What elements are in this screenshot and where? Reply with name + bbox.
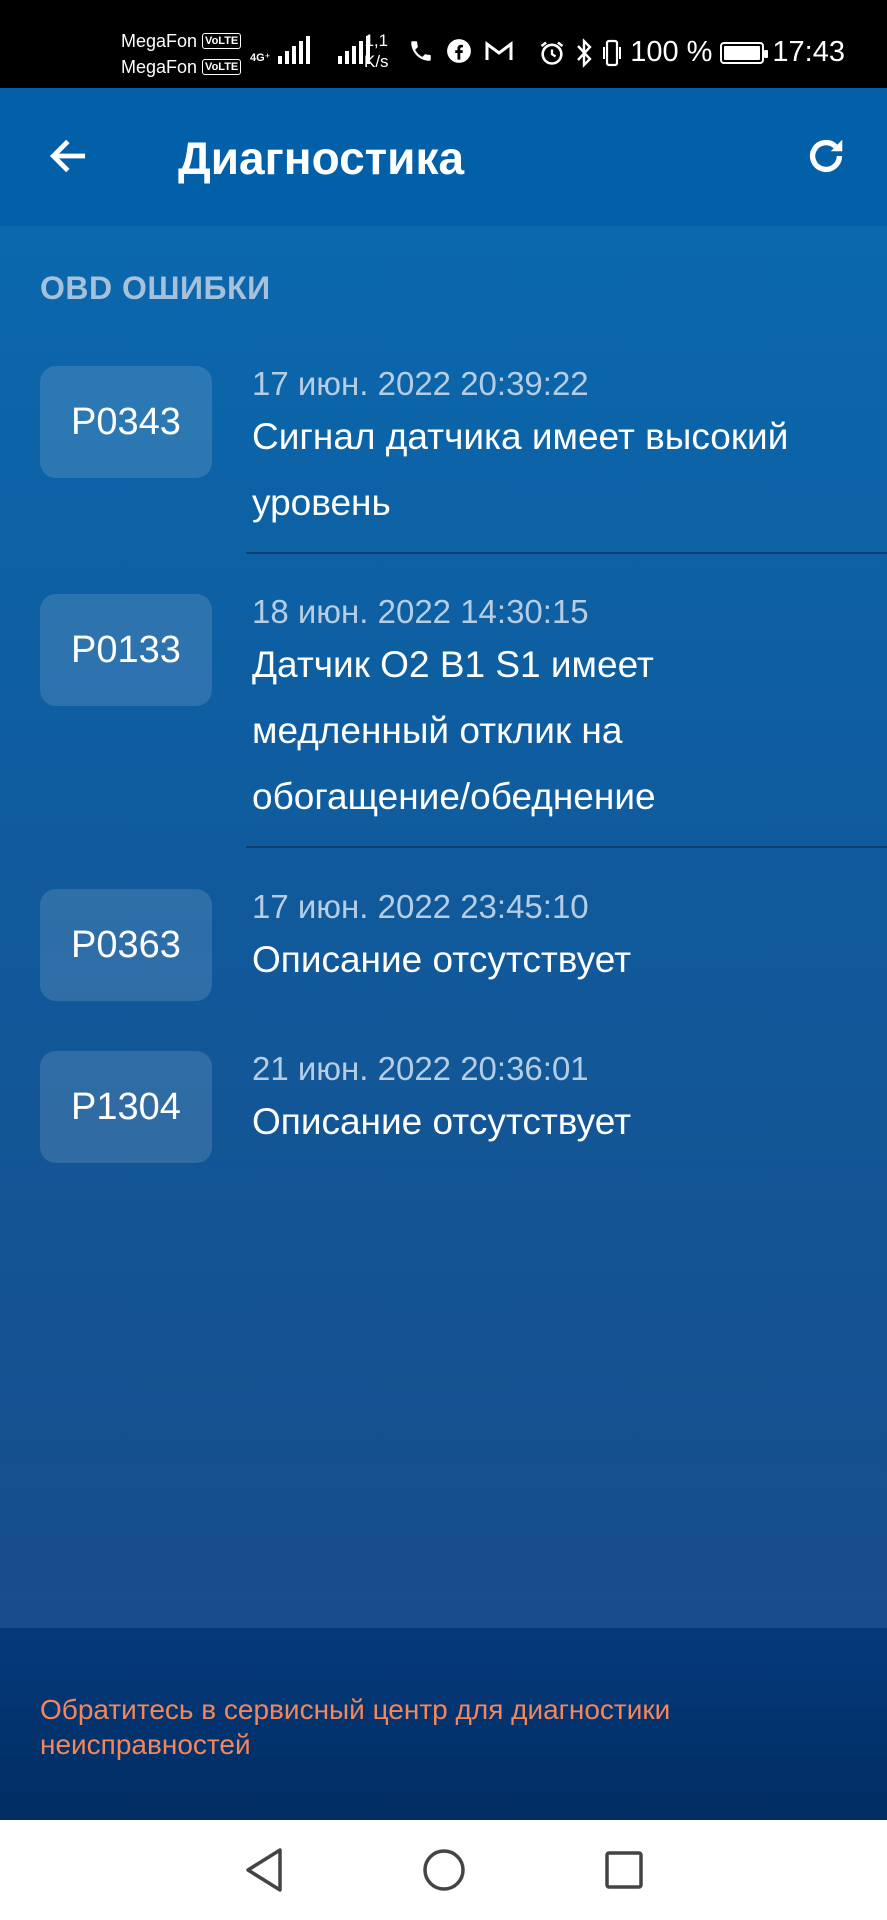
error-details: 17 июн. 2022 23:45:10 Описание отсутству…	[252, 887, 847, 993]
error-code-chip: P0363	[40, 889, 212, 1001]
service-notice: Обратитесь в сервисный центр для диагнос…	[0, 1628, 887, 1820]
error-description: Описание отсутствует	[252, 939, 632, 980]
alarm-icon	[540, 40, 564, 65]
divider	[246, 846, 887, 848]
error-details: 17 июн. 2022 20:39:22 Сигнал датчика име…	[252, 364, 847, 536]
gmail-icon	[485, 41, 513, 60]
signal-indicators: 4G⁺	[250, 36, 371, 64]
refresh-icon	[809, 139, 843, 173]
back-button[interactable]	[42, 130, 94, 182]
divider	[246, 552, 887, 554]
carrier-info: MegaFon VoLTE MegaFon VoLTE	[121, 28, 242, 80]
error-description: Датчик O2 B1 S1 имеет медленный отклик н…	[252, 644, 656, 817]
network-speed: 1,1 K/s	[364, 31, 389, 71]
volte-badge-1: VoLTE	[202, 33, 242, 49]
notification-icons	[408, 38, 514, 64]
carrier-name-1: MegaFon	[121, 31, 198, 51]
battery-icon	[720, 41, 769, 64]
status-bar: MegaFon VoLTE MegaFon VoLTE 4G⁺ 1,1 K/s …	[0, 0, 887, 88]
diagnostics-content: OBD ОШИБКИ P0343 17 июн. 2022 20:39:22 С…	[0, 226, 887, 1628]
error-code-chip: P0343	[40, 366, 212, 478]
battery-percent: 100 %	[630, 36, 713, 68]
error-date: 21 июн. 2022 20:36:01	[252, 1050, 589, 1087]
page-title: Диагностика	[178, 132, 465, 184]
carrier-name-2: MegaFon	[121, 57, 198, 77]
square-recents-icon	[604, 1851, 643, 1889]
nav-back-button[interactable]	[234, 1840, 294, 1900]
vibrate-icon	[603, 39, 622, 66]
error-details: 21 июн. 2022 20:36:01 Описание отсутству…	[252, 1049, 847, 1155]
circle-home-icon	[422, 1849, 465, 1891]
notice-text: Обратитесь в сервисный центр для диагнос…	[40, 1694, 671, 1760]
app-header: Диагностика	[0, 88, 887, 226]
volte-badge-2: VoLTE	[202, 59, 242, 75]
error-date: 18 июн. 2022 14:30:15	[252, 593, 589, 630]
error-code-chip: P1304	[40, 1051, 212, 1163]
phone-icon	[411, 41, 431, 61]
section-title: OBD ОШИБКИ	[40, 270, 271, 306]
signal-icon-1	[278, 36, 311, 64]
refresh-button[interactable]	[798, 128, 854, 184]
bluetooth-icon	[577, 37, 592, 68]
clock: 17:43	[772, 36, 845, 68]
error-details: 18 июн. 2022 14:30:15 Датчик O2 B1 S1 им…	[252, 592, 847, 830]
nav-home-button[interactable]	[414, 1840, 474, 1900]
triangle-back-icon	[245, 1848, 282, 1892]
error-description: Описание отсутствует	[252, 1101, 632, 1142]
facebook-icon	[447, 39, 471, 63]
arrow-left-icon	[49, 139, 86, 173]
error-description: Сигнал датчика имеет высокий уровень	[252, 416, 789, 523]
error-date: 17 июн. 2022 23:45:10	[252, 888, 589, 925]
error-code-chip: P0133	[40, 594, 212, 706]
network-type: 4G⁺	[250, 52, 271, 64]
system-nav-bar	[0, 1820, 887, 1920]
nav-recents-button[interactable]	[594, 1840, 654, 1900]
system-status: 100 % 17:43	[538, 36, 845, 69]
error-date: 17 июн. 2022 20:39:22	[252, 365, 589, 402]
